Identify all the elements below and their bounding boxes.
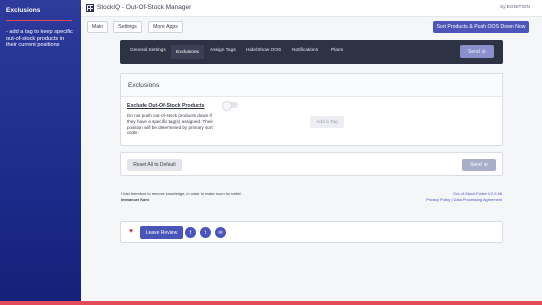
sidebar-title: Exclusions	[6, 7, 41, 14]
main-button[interactable]: Main	[87, 21, 108, 33]
app-grid-icon	[86, 4, 94, 12]
exclusions-card: Exclusions Exclude Out-Of-Stock Products…	[120, 73, 503, 146]
more-apps-button[interactable]: More Apps	[148, 21, 183, 33]
tab-assign-tags[interactable]: Assign Tags	[210, 48, 236, 53]
send-button-top[interactable]: Send ⊘	[460, 45, 494, 58]
send-label-top: Send	[468, 48, 480, 55]
tab-hide-show-oos[interactable]: Hide/Show OOS	[246, 48, 281, 53]
tab-exclusions[interactable]: Exclusions	[171, 45, 204, 59]
sidebar-divider	[6, 20, 72, 21]
exclude-description: Do not push out-of-stock products down i…	[127, 113, 213, 136]
tab-general-settings[interactable]: General Settings	[130, 48, 166, 53]
leave-review-button[interactable]: Leave Review	[140, 226, 183, 239]
quote: I had therefore to remove knowledge, in …	[121, 191, 242, 203]
add-tag-button[interactable]: Add a Tag	[310, 116, 344, 128]
settings-button[interactable]: Settings	[113, 21, 142, 33]
quote-author: Immanuel Kant	[121, 197, 149, 202]
sidebar-description: - add a tag to keep specific out-of-stoc…	[6, 29, 73, 48]
tab-notifications[interactable]: Notifications	[292, 48, 318, 53]
check-circle-icon: ⊘	[481, 48, 486, 55]
send-label: Send	[470, 162, 482, 168]
app-header: StockIQ - Out-Of-Stock Manager by EGNITI…	[81, 0, 542, 17]
actions-bar: Reset All to Default Send ⊘	[120, 152, 503, 176]
tab-plans[interactable]: Plans	[331, 48, 343, 53]
by-label: by EGNITION	[500, 5, 530, 10]
sort-push-button[interactable]: Sort Products & Push OOS Down Now	[433, 21, 529, 33]
footer-links: Out-of-Stock-Police V.2.6.58 Privacy Pol…	[426, 191, 502, 203]
sidebar: Exclusions - add a tag to keep specific …	[0, 0, 81, 305]
reset-button[interactable]: Reset All to Default	[127, 159, 182, 171]
send-button[interactable]: Send ⊘	[462, 159, 496, 171]
bottom-accent-line	[0, 301, 542, 305]
check-circle-icon: ⊘	[483, 162, 488, 168]
card-title: Exclusions	[121, 74, 502, 97]
heart-icon: ♥	[129, 228, 134, 235]
twitter-icon[interactable]: t	[200, 227, 211, 238]
policy-links[interactable]: Privacy Policy | Data Processing Agreeme…	[426, 197, 502, 203]
email-icon[interactable]: ✉	[215, 227, 226, 238]
exclude-section-title: Exclude Out-Of-Stock Products	[127, 103, 205, 109]
facebook-icon[interactable]: f	[185, 227, 196, 238]
toolbar: Main Settings More Apps Sort Products & …	[81, 18, 542, 37]
tabs-bar: General Settings Exclusions Assign Tags …	[120, 40, 503, 64]
exclude-toggle[interactable]	[222, 101, 238, 111]
review-bar: ♥ Leave Review f t ✉	[120, 221, 503, 243]
app-title: StockIQ - Out-Of-Stock Manager	[97, 4, 192, 11]
card-body: Exclude Out-Of-Stock Products Do not pus…	[121, 97, 502, 142]
